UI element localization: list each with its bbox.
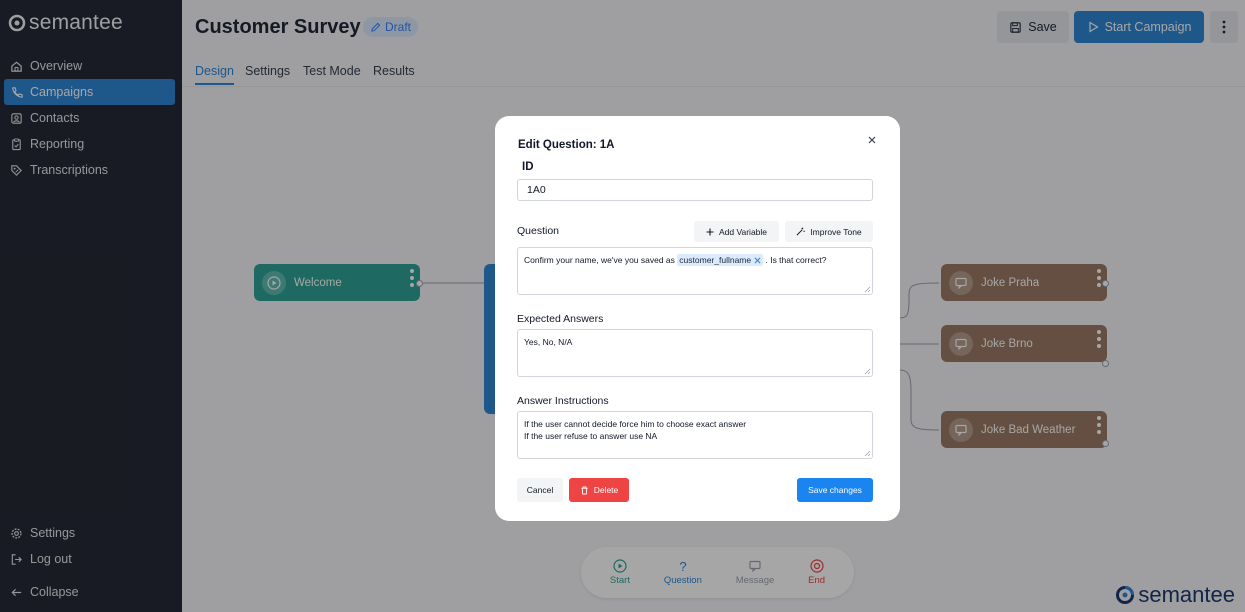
variable-chip-label: customer_fullname <box>679 255 752 265</box>
question-text-before: Confirm your name, we've you saved as <box>524 255 675 265</box>
close-button[interactable] <box>865 133 879 147</box>
plus-icon <box>706 228 714 235</box>
improve-tone-label: Improve Tone <box>810 226 862 237</box>
instructions-line: If the user refuse to answer use NA <box>524 431 658 441</box>
question-label: Question <box>517 225 560 237</box>
save-changes-button[interactable]: Save changes <box>797 478 873 502</box>
modal-title: Edit Question: 1A <box>518 139 615 151</box>
answer-instructions-textarea[interactable]: If the user cannot decide force him to c… <box>517 411 873 459</box>
trash-icon <box>581 485 588 495</box>
delete-button[interactable]: Delete <box>569 478 629 502</box>
expected-answers-textarea[interactable]: Yes, No, N/A <box>517 329 873 377</box>
resize-handle-icon[interactable] <box>864 450 871 457</box>
instructions-line: If the user cannot decide force him to c… <box>524 419 747 429</box>
question-text-after: . Is that correct? <box>765 255 827 265</box>
delete-label: Delete <box>593 485 619 495</box>
expected-answers-label: Expected Answers <box>517 313 604 325</box>
edit-question-modal: Edit Question: 1A ID 1A0 Question Add Va… <box>495 116 900 521</box>
cancel-button[interactable]: Cancel <box>517 478 563 502</box>
resize-handle-icon[interactable] <box>864 368 871 375</box>
expected-answers-value: Yes, No, N/A <box>524 337 573 347</box>
improve-tone-button[interactable]: Improve Tone <box>785 221 873 242</box>
resize-handle-icon[interactable] <box>864 286 871 293</box>
id-input[interactable]: 1A0 <box>517 179 873 201</box>
add-variable-label: Add Variable <box>718 226 768 237</box>
add-variable-button[interactable]: Add Variable <box>694 221 779 242</box>
variable-chip[interactable]: customer_fullname <box>677 254 764 266</box>
id-label: ID <box>522 161 534 173</box>
question-textarea[interactable]: Confirm your name, we've you saved as cu… <box>517 247 873 295</box>
answer-instructions-label: Answer Instructions <box>517 395 609 407</box>
magic-wand-icon <box>796 227 806 236</box>
close-icon[interactable] <box>754 257 761 264</box>
close-icon <box>868 136 876 144</box>
